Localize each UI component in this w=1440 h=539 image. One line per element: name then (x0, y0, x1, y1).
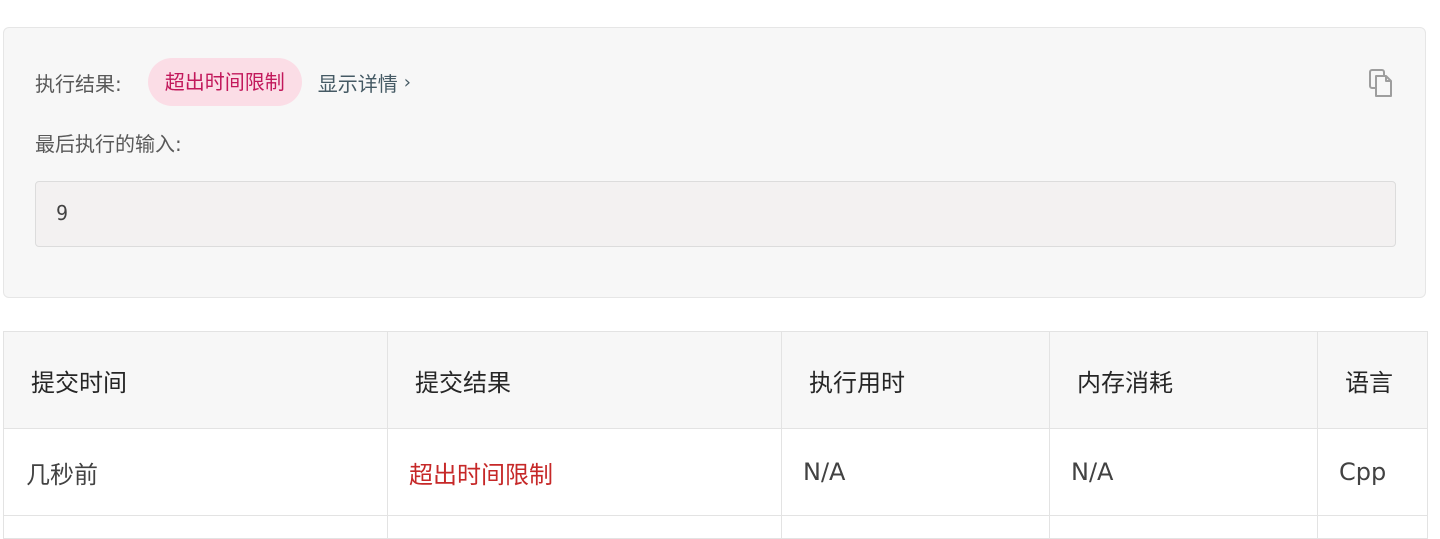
cell-submit-time: 几秒前 (3, 428, 388, 516)
header-runtime: 执行用时 (781, 331, 1050, 429)
show-details-link[interactable]: 显示详情 › (318, 68, 411, 97)
header-submit-result: 提交结果 (387, 331, 782, 429)
status-badge: 超出时间限制 (147, 58, 302, 106)
show-details-label: 显示详情 (317, 71, 398, 96)
empty-cell (3, 515, 388, 539)
cell-language: Cpp (1317, 428, 1428, 516)
result-panel: 执行结果: 超出时间限制 显示详情 › 最后执行的输入: 9 (3, 27, 1426, 298)
header-memory: 内存消耗 (1049, 331, 1318, 429)
result-label: 执行结果: (35, 71, 122, 96)
cell-submit-result[interactable]: 超出时间限制 (387, 428, 782, 516)
cell-memory: N/A (1049, 428, 1318, 516)
last-input-box: 9 (35, 181, 1396, 247)
cell-runtime: N/A (781, 428, 1050, 516)
table-row[interactable]: 几秒前 超出时间限制 N/A N/A Cpp (3, 428, 1428, 516)
table-row (3, 515, 1428, 539)
last-input-label: 最后执行的输入: (35, 132, 182, 156)
empty-cell (1317, 515, 1428, 539)
empty-cell (1049, 515, 1318, 539)
copy-icon[interactable] (1368, 68, 1394, 98)
table-header-row: 提交时间 提交结果 执行用时 内存消耗 语言 (3, 331, 1428, 429)
empty-cell (387, 515, 782, 539)
header-language: 语言 (1317, 331, 1428, 429)
empty-cell (781, 515, 1050, 539)
submission-table: 提交时间 提交结果 执行用时 内存消耗 语言 几秒前 超出时间限制 N/A N/… (3, 331, 1428, 539)
status-row: 执行结果: 超出时间限制 显示详情 › (35, 58, 411, 106)
chevron-right-icon: › (403, 71, 411, 93)
header-submit-time: 提交时间 (3, 331, 388, 429)
